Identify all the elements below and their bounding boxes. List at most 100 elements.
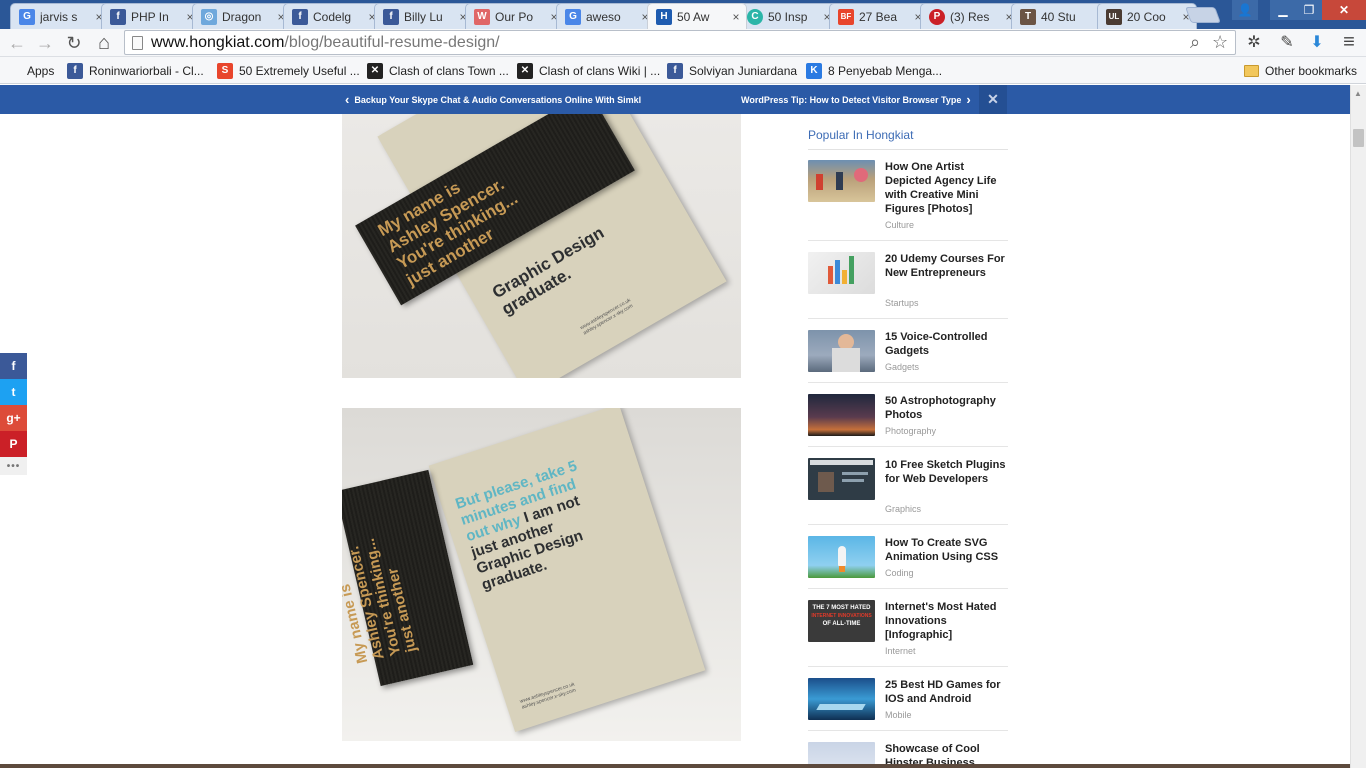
tab-11[interactable]: T 40 Stu × <box>1011 3 1111 29</box>
popular-thumbnail: THE 7 MOST HATED INTERNET INNOVATIONS OF… <box>808 600 875 642</box>
bookmark-label: 8 Penyebab Menga... <box>828 63 943 78</box>
clash-icon: ✕ <box>517 62 533 79</box>
bookmark-item[interactable]: K 8 Penyebab Menga... <box>806 62 942 79</box>
tab-title: Our Po <box>495 9 534 24</box>
more-share-icon[interactable]: ••• <box>0 457 27 475</box>
next-article-label: WordPress Tip: How to Detect Visitor Bro… <box>741 94 962 105</box>
fine-print: www.ashleyspencer.co.uk ashley.spencer.x… <box>579 297 635 337</box>
resume-image-2: But please, take 5 minutes and find out … <box>342 408 741 741</box>
color-picker-icon[interactable]: ✎ <box>1276 31 1298 53</box>
tab-9[interactable]: BF 27 Bea × <box>829 3 929 29</box>
apps-grid-icon <box>7 64 21 78</box>
back-button[interactable]: ← <box>6 32 28 54</box>
scrollbar-thumb[interactable] <box>1353 129 1364 147</box>
tab-6[interactable]: G aweso × <box>556 3 656 29</box>
pinterest-share-icon[interactable]: P <box>0 431 27 457</box>
bookmark-label: Roninwariorbali - Cl... <box>89 63 204 78</box>
bookmark-label: Clash of clans Wiki | ... <box>539 63 661 78</box>
tab-title: aweso <box>586 9 621 24</box>
popular-title: How To Create SVG Animation Using CSS <box>885 537 999 563</box>
popular-category: Coding <box>885 568 914 578</box>
bottom-edge <box>0 764 1350 768</box>
googleplus-share-icon[interactable]: g+ <box>0 405 27 431</box>
popular-thumbnail <box>808 458 875 500</box>
address-bar[interactable]: www.hongkiat.com/blog/beautiful-resume-d… <box>124 30 1236 55</box>
popular-title: 15 Voice-Controlled Gadgets <box>885 331 988 357</box>
popular-thumbnail <box>808 678 875 720</box>
folder-icon <box>1244 64 1259 77</box>
google-favicon-icon: G <box>565 8 581 25</box>
tab-8[interactable]: C 50 Insp × <box>738 3 838 29</box>
bookmarks-bar: Apps f Roninwariorbali - Cl... S 50 Extr… <box>0 57 1366 84</box>
ul-favicon-icon: UL <box>1106 8 1122 25</box>
tab-4[interactable]: f Billy Lu × <box>374 3 474 29</box>
close-nav-icon[interactable]: ✕ <box>979 85 1007 114</box>
popular-thumbnail <box>808 394 875 436</box>
bookmark-star-icon[interactable]: ☆ <box>1212 32 1228 53</box>
forward-button[interactable]: → <box>34 32 56 54</box>
resume-image-1: Graphic Design graduate. www.ashleyspenc… <box>342 114 741 378</box>
popular-item[interactable]: 20 Udemy Courses For New Entrepreneurs S… <box>808 252 1008 319</box>
popular-thumbnail <box>808 160 875 202</box>
next-article-link[interactable]: WordPress Tip: How to Detect Visitor Bro… <box>741 85 976 114</box>
bf-favicon-icon: BF <box>838 8 854 25</box>
home-button[interactable]: ⌂ <box>93 32 115 54</box>
popular-item[interactable]: 15 Voice-Controlled Gadgets Gadgets <box>808 330 1008 383</box>
tab-1[interactable]: f PHP In × <box>101 3 201 29</box>
other-bookmarks[interactable]: Other bookmarks <box>1244 62 1357 79</box>
tab-title: PHP In <box>131 9 169 24</box>
bookmark-item[interactable]: ✕ Clash of clans Wiki | ... <box>517 62 660 79</box>
bookmark-apps[interactable]: Apps <box>7 62 54 79</box>
popular-item[interactable]: 25 Best HD Games for IOS and Android Mob… <box>808 678 1008 731</box>
pinterest-favicon-icon: P <box>929 8 945 25</box>
tab-0[interactable]: G jarvis s × <box>10 3 110 29</box>
chevron-left-icon: ‹ <box>345 92 350 107</box>
maximize-button[interactable]: ❐ <box>1296 0 1322 20</box>
popular-title: How One Artist Depicted Agency Life with… <box>885 161 997 215</box>
bookmark-item[interactable]: ✕ Clash of clans Town ... <box>367 62 509 79</box>
tab-5[interactable]: W Our Po × <box>465 3 565 29</box>
menu-icon[interactable]: ≡ <box>1338 31 1360 53</box>
scroll-up-icon[interactable]: ▲ <box>1354 89 1362 98</box>
dark-card-text: My name is Ashley Spencer. You're thinki… <box>342 536 421 666</box>
popular-item[interactable]: 10 Free Sketch Plugins for Web Developer… <box>808 458 1008 525</box>
tab-7-active[interactable]: H 50 Aw × <box>647 3 747 29</box>
reload-button[interactable]: ↻ <box>63 32 85 54</box>
minimize-button[interactable]: ▁ <box>1270 0 1296 20</box>
s-icon: S <box>217 62 233 79</box>
bookmark-item[interactable]: S 50 Extremely Useful ... <box>217 62 360 79</box>
tab-close-icon[interactable]: × <box>730 10 742 24</box>
facebook-icon: f <box>67 62 83 79</box>
window-close-button[interactable]: ✕ <box>1322 0 1366 20</box>
thumb-text: OF ALL-TIME <box>822 621 861 627</box>
popular-title: 50 Astrophotography Photos <box>885 395 996 421</box>
page-scrollbar[interactable]: ▲ <box>1350 85 1366 768</box>
tab-10[interactable]: P (3) Res × <box>920 3 1020 29</box>
bookmark-item[interactable]: f Roninwariorbali - Cl... <box>67 62 204 79</box>
popular-item[interactable]: How To Create SVG Animation Using CSS Co… <box>808 536 1008 589</box>
prev-article-link[interactable]: ‹ Backup Your Skype Chat & Audio Convers… <box>340 85 641 114</box>
search-icon[interactable]: ⌕ <box>1190 32 1200 53</box>
bookmark-label: Apps <box>27 63 55 78</box>
tab-title: jarvis s <box>40 9 78 24</box>
facebook-icon: f <box>667 62 683 79</box>
popular-thumbnail <box>808 252 875 294</box>
bookmark-item[interactable]: f Solviyan Juniardana <box>667 62 797 79</box>
popular-category: Culture <box>885 220 915 230</box>
w-favicon-icon: W <box>474 8 490 25</box>
tab-3[interactable]: f Codelg × <box>283 3 383 29</box>
twitter-share-icon[interactable]: t <box>0 379 27 405</box>
download-icon[interactable]: ⬇ <box>1306 31 1328 53</box>
tab-12[interactable]: UL 20 Coo × <box>1097 3 1197 29</box>
extension-bug-icon[interactable]: ✲ <box>1243 31 1265 53</box>
new-tab-button[interactable] <box>1185 7 1221 23</box>
facebook-share-icon[interactable]: f <box>0 353 27 379</box>
bookmark-label: Solviyan Juniardana <box>689 63 798 78</box>
popular-item[interactable]: How One Artist Depicted Agency Life with… <box>808 160 1008 241</box>
popular-item[interactable]: 50 Astrophotography Photos Photography <box>808 394 1008 447</box>
tab-title: 20 Coo <box>1127 9 1166 24</box>
thumb-text: INTERNET INNOVATIONS <box>811 613 872 619</box>
user-profile-icon[interactable]: 👤 <box>1232 0 1258 20</box>
popular-item[interactable]: THE 7 MOST HATED INTERNET INNOVATIONS OF… <box>808 600 1008 667</box>
tab-2[interactable]: ◎ Dragon × <box>192 3 292 29</box>
